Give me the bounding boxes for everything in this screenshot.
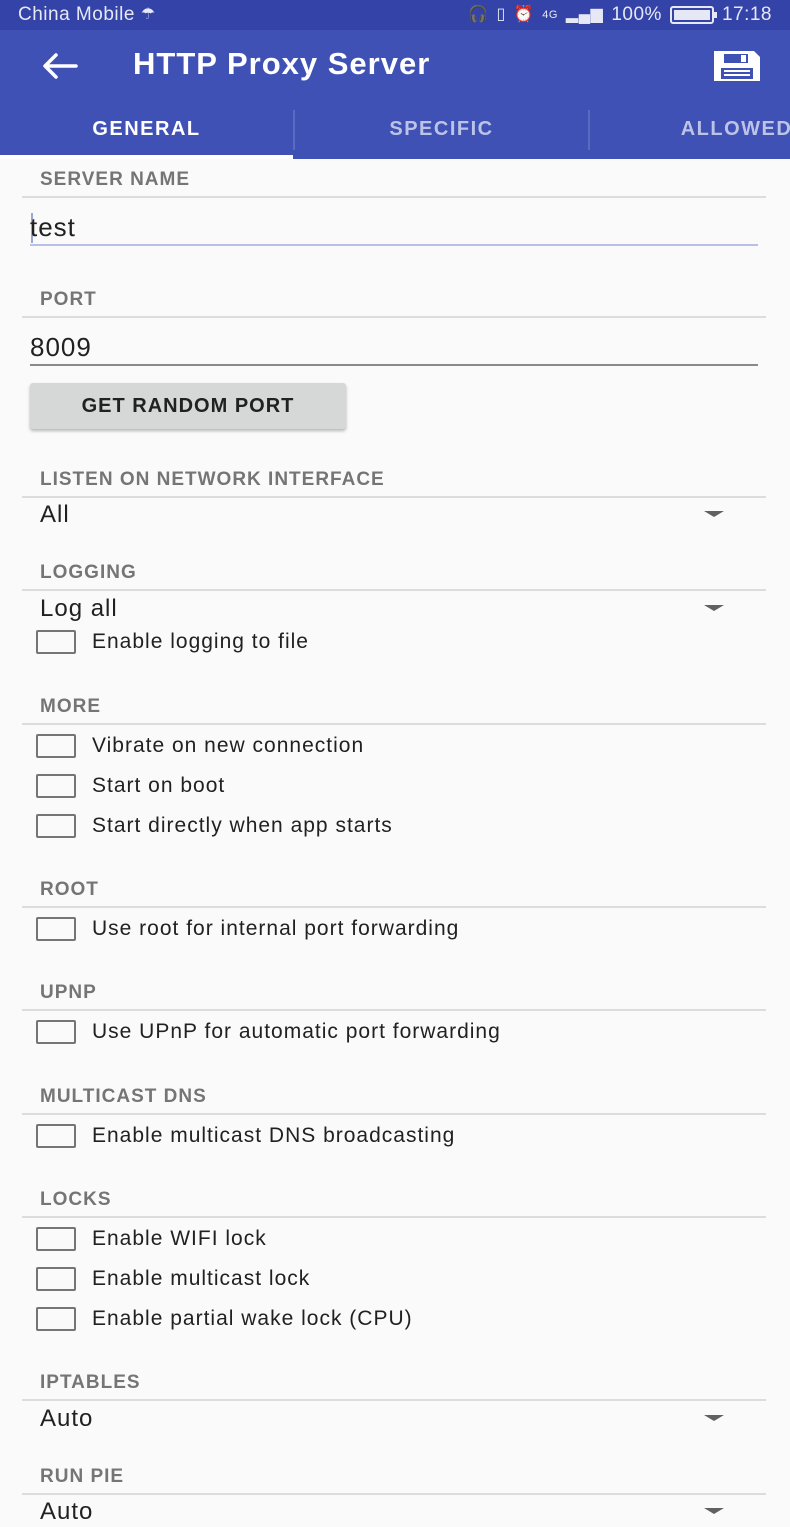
- dropdown-arrow-icon: [704, 605, 724, 611]
- back-button[interactable]: [38, 44, 82, 88]
- port-underline: [30, 364, 758, 366]
- tab-general[interactable]: GENERAL: [0, 100, 293, 159]
- usb-icon: ☂: [140, 6, 156, 23]
- clock: 17:18: [721, 4, 772, 25]
- logging-header: LOGGING: [40, 562, 137, 583]
- run-pie-header: RUN PIE: [40, 1466, 125, 1487]
- port-header: PORT: [40, 289, 97, 310]
- multicast-dns-label: Enable multicast DNS broadcasting: [92, 1124, 456, 1147]
- vibrate-icon: ▯: [496, 6, 506, 23]
- upnp-checkbox[interactable]: [36, 1020, 76, 1044]
- arrow-back-icon: [43, 53, 78, 79]
- wifi-lock-option[interactable]: Enable WIFI lock: [36, 1220, 267, 1258]
- wake-lock-label: Enable partial wake lock (CPU): [92, 1307, 413, 1330]
- upnp-label: Use UPnP for automatic port forwarding: [92, 1020, 501, 1043]
- tab-bar: GENERAL SPECIFIC ALLOWED: [0, 100, 790, 159]
- server-name-input[interactable]: [30, 205, 758, 249]
- alarm-icon: ⏰: [513, 6, 535, 23]
- start-directly-checkbox[interactable]: [36, 814, 76, 838]
- wake-lock-checkbox[interactable]: [36, 1307, 76, 1331]
- multicast-dns-checkbox[interactable]: [36, 1124, 76, 1148]
- logging-to-file-label: Enable logging to file: [92, 630, 309, 653]
- vibrate-checkbox[interactable]: [36, 734, 76, 758]
- vibrate-label: Vibrate on new connection: [92, 734, 365, 757]
- more-header: MORE: [40, 696, 101, 717]
- network-label: 4G: [542, 9, 558, 21]
- page-title: HTTP Proxy Server: [133, 46, 431, 81]
- wake-lock-option[interactable]: Enable partial wake lock (CPU): [36, 1300, 413, 1338]
- multicast-dns-header: MULTICAST DNS: [40, 1086, 207, 1107]
- start-directly-label: Start directly when app starts: [92, 814, 393, 837]
- listen-interface-value: All: [40, 501, 70, 528]
- tab-allowed[interactable]: ALLOWED: [590, 100, 790, 159]
- section-divider: [22, 723, 766, 725]
- app-toolbar: HTTP Proxy Server: [0, 30, 790, 100]
- logging-value: Log all: [40, 595, 118, 622]
- save-button[interactable]: [710, 44, 764, 88]
- logging-to-file-checkbox[interactable]: [36, 630, 76, 654]
- dropdown-arrow-icon: [704, 1415, 724, 1421]
- root-header: ROOT: [40, 879, 99, 900]
- settings-content: SERVER NAME PORT GET RANDOM PORT LISTEN …: [0, 159, 790, 1527]
- iptables-value: Auto: [40, 1405, 94, 1432]
- start-on-boot-checkbox[interactable]: [36, 774, 76, 798]
- dropdown-arrow-icon: [704, 511, 724, 517]
- dropdown-arrow-icon: [704, 1508, 724, 1514]
- listen-interface-dropdown[interactable]: All: [22, 497, 766, 537]
- section-divider: [22, 1216, 766, 1218]
- section-divider: [22, 316, 766, 318]
- iptables-header: IPTABLES: [40, 1372, 141, 1393]
- server-name-underline: [30, 244, 758, 246]
- root-forwarding-label: Use root for internal port forwarding: [92, 917, 460, 940]
- status-bar: China Mobile ☂ 🎧 ▯ ⏰ 4G ▂▄▆ 100% 17:18: [0, 0, 790, 30]
- start-directly-option[interactable]: Start directly when app starts: [36, 807, 393, 845]
- upnp-option[interactable]: Use UPnP for automatic port forwarding: [36, 1013, 501, 1051]
- section-divider: [22, 906, 766, 908]
- wifi-lock-label: Enable WIFI lock: [92, 1227, 267, 1250]
- logging-to-file-option[interactable]: Enable logging to file: [36, 623, 309, 661]
- start-on-boot-label: Start on boot: [92, 774, 226, 797]
- root-forwarding-checkbox[interactable]: [36, 917, 76, 941]
- signal-icon: ▂▄▆: [565, 6, 604, 23]
- listen-interface-header: LISTEN ON NETWORK INTERFACE: [40, 469, 385, 490]
- server-name-header: SERVER NAME: [40, 169, 191, 190]
- port-input[interactable]: [30, 325, 758, 369]
- run-pie-dropdown[interactable]: Auto: [22, 1494, 766, 1527]
- battery-percent: 100%: [611, 4, 662, 25]
- multicast-lock-checkbox[interactable]: [36, 1267, 76, 1291]
- tab-specific[interactable]: SPECIFIC: [295, 100, 588, 159]
- iptables-dropdown[interactable]: Auto: [22, 1401, 766, 1441]
- section-divider: [22, 196, 766, 198]
- section-divider: [22, 1113, 766, 1115]
- run-pie-value: Auto: [40, 1498, 94, 1525]
- carrier-label: China Mobile: [18, 4, 135, 25]
- vibrate-option[interactable]: Vibrate on new connection: [36, 727, 364, 765]
- multicast-dns-option[interactable]: Enable multicast DNS broadcasting: [36, 1117, 455, 1155]
- locks-header: LOCKS: [40, 1189, 112, 1210]
- upnp-header: UPNP: [40, 982, 97, 1003]
- wifi-lock-checkbox[interactable]: [36, 1227, 76, 1251]
- multicast-lock-option[interactable]: Enable multicast lock: [36, 1260, 310, 1298]
- save-icon: [714, 51, 760, 81]
- multicast-lock-label: Enable multicast lock: [92, 1267, 311, 1290]
- start-on-boot-option[interactable]: Start on boot: [36, 767, 225, 805]
- root-forwarding-option[interactable]: Use root for internal port forwarding: [36, 910, 459, 948]
- battery-icon: [669, 6, 717, 24]
- section-divider: [22, 1009, 766, 1011]
- headphones-icon: 🎧: [468, 6, 489, 23]
- get-random-port-button[interactable]: GET RANDOM PORT: [30, 383, 346, 429]
